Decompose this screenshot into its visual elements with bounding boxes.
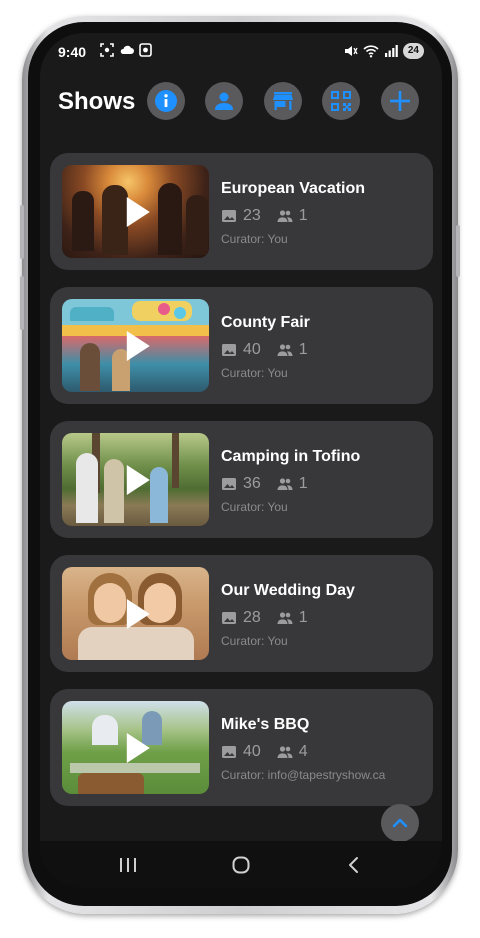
show-stats: 28 1 — [221, 609, 308, 627]
info-button[interactable] — [147, 82, 185, 120]
header: Shows — [40, 81, 442, 125]
curator-label: Curator: You — [221, 634, 288, 648]
info-icon — [155, 90, 177, 112]
show-card[interactable]: County Fair 40 1 Curator: You — [50, 287, 433, 404]
scroll-to-top-button[interactable] — [381, 804, 419, 842]
chevron-up-icon — [392, 818, 408, 828]
side-button — [20, 276, 24, 330]
store-icon — [273, 92, 293, 110]
show-stats: 40 1 — [221, 341, 308, 359]
play-icon — [126, 196, 150, 227]
profile-button[interactable] — [205, 82, 243, 120]
qr-code-icon — [331, 91, 351, 111]
show-card[interactable]: European Vacation 23 1 Curator: You — [50, 153, 433, 270]
picnic-thumbnail[interactable] — [62, 701, 209, 794]
people-count: 1 — [298, 609, 308, 626]
people-icon — [277, 478, 293, 490]
photo-count: 28 — [243, 609, 261, 626]
play-icon — [126, 732, 150, 763]
party-crowd-thumbnail[interactable] — [62, 165, 209, 258]
image-icon — [222, 612, 236, 624]
show-title: Camping in Tofino — [221, 448, 361, 465]
home-icon — [232, 856, 250, 874]
play-icon — [126, 598, 150, 629]
curator-label: Curator: You — [221, 500, 288, 514]
wedding-selfie-thumbnail[interactable] — [62, 567, 209, 660]
back-button[interactable] — [340, 851, 368, 879]
show-title: County Fair — [221, 314, 310, 331]
store-button[interactable] — [264, 82, 302, 120]
people-count: 1 — [298, 207, 308, 224]
curator-label: Curator: You — [221, 232, 288, 246]
people-icon — [277, 746, 293, 758]
show-title: European Vacation — [221, 180, 366, 197]
people-count: 4 — [298, 743, 308, 760]
mute-icon — [344, 46, 358, 56]
photo-count: 40 — [243, 743, 261, 760]
play-icon — [126, 464, 150, 495]
photo-count: 23 — [243, 207, 261, 224]
photo-count: 36 — [243, 475, 261, 492]
screenshot-icon — [100, 43, 114, 57]
battery-level: 24 — [402, 43, 424, 59]
app-screen: 9:40 24 Shows European Vacation 23 1 Cur… — [40, 33, 442, 888]
show-stats: 40 4 — [221, 743, 308, 761]
system-navigation-bar — [40, 841, 442, 888]
play-icon — [126, 330, 150, 361]
show-card[interactable]: Camping in Tofino 36 1 Curator: You — [50, 421, 433, 538]
people-count: 1 — [298, 341, 308, 358]
user-icon — [215, 92, 233, 110]
image-icon — [222, 478, 236, 490]
show-card[interactable]: Mike's BBQ 40 4 Curator: info@tapestrysh… — [50, 689, 433, 806]
image-icon — [222, 746, 236, 758]
page-title: Shows — [58, 88, 136, 115]
app-notification-icon — [139, 43, 152, 57]
status-time: 9:40 — [58, 44, 87, 60]
home-button[interactable] — [227, 851, 255, 879]
side-button — [456, 225, 460, 277]
people-icon — [277, 210, 293, 222]
show-title: Our Wedding Day — [221, 582, 355, 599]
show-card[interactable]: Our Wedding Day 28 1 Curator: You — [50, 555, 433, 672]
back-icon — [349, 857, 358, 873]
people-icon — [277, 344, 293, 356]
show-title: Mike's BBQ — [221, 716, 310, 733]
image-icon — [222, 344, 236, 356]
fair-stall-thumbnail[interactable] — [62, 299, 209, 392]
curator-label: Curator: info@tapestryshow.ca — [221, 768, 386, 782]
people-count: 1 — [298, 475, 308, 492]
curator-label: Curator: You — [221, 366, 288, 380]
photo-count: 40 — [243, 341, 261, 358]
side-button — [20, 205, 24, 259]
signal-icon — [384, 45, 398, 57]
image-icon — [222, 210, 236, 222]
qr-code-button[interactable] — [322, 82, 360, 120]
recent-apps-button[interactable] — [114, 851, 142, 879]
recent-apps-icon — [120, 858, 136, 872]
wifi-icon — [363, 45, 379, 58]
show-stats: 36 1 — [221, 475, 308, 493]
cloud-icon — [120, 45, 134, 54]
add-icon — [390, 91, 410, 111]
status-bar: 9:40 24 — [40, 33, 442, 71]
people-icon — [277, 612, 293, 624]
show-stats: 23 1 — [221, 207, 308, 225]
add-button[interactable] — [381, 82, 419, 120]
kids-forest-thumbnail[interactable] — [62, 433, 209, 526]
